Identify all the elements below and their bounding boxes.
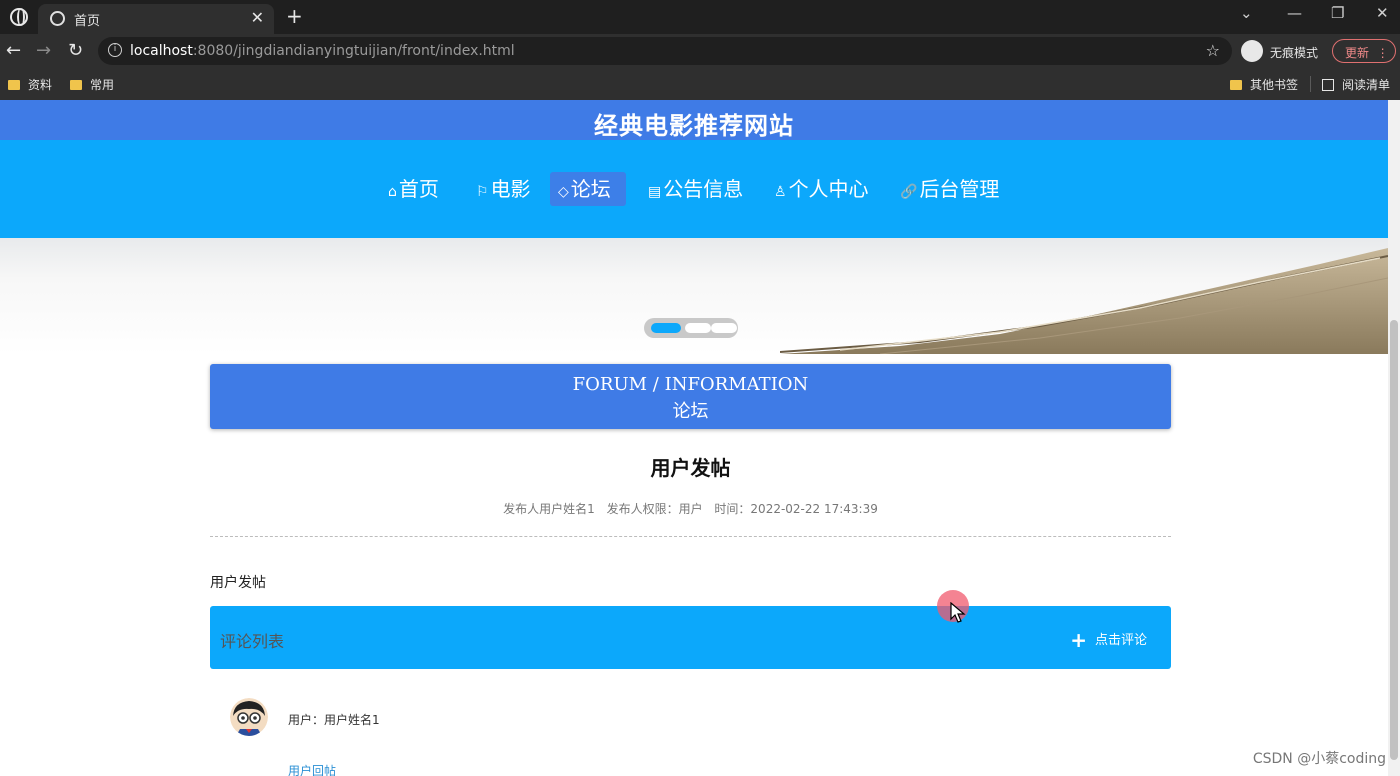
carousel-dot-1[interactable] (651, 323, 681, 333)
chrome-menu-icon[interactable] (10, 8, 28, 26)
add-comment-button[interactable]: + 点击评论 (1070, 628, 1147, 652)
browser-tab[interactable]: 首页 ✕ (38, 4, 274, 34)
reading-list-icon (1322, 79, 1334, 91)
page-viewport: 经典电影推荐网站 ⌂ 首页 ⚐ 电影 ◇ 论坛 ▤ 公告信息 ♙ 个人中心 🔗 后台管理 (0, 100, 1400, 776)
incognito-icon[interactable] (1241, 40, 1263, 62)
carousel-indicators (644, 318, 738, 338)
avatar (230, 698, 268, 736)
section-title-en: FORUM / INFORMATION (572, 374, 809, 395)
banner-carousel (0, 238, 1388, 354)
restore-icon[interactable]: ❐ (1331, 4, 1344, 22)
post-divider (210, 536, 1171, 537)
nav-item-admin[interactable]: 🔗 后台管理 (892, 172, 1007, 206)
close-tab-icon[interactable]: ✕ (251, 8, 264, 27)
folder-icon (70, 80, 82, 90)
minimize-icon[interactable]: — (1287, 4, 1302, 22)
flag-icon: ⚐ (476, 184, 489, 200)
site-info-icon[interactable]: i (108, 43, 122, 57)
home-icon: ⌂ (388, 184, 397, 200)
carousel-dot-3[interactable] (711, 323, 737, 333)
scrollbar-thumb[interactable] (1390, 320, 1398, 760)
browser-tab-strip: 首页 ✕ + ⌄ — ❐ ✕ (0, 0, 1400, 34)
comment-user: 用户：用户姓名1 (288, 713, 380, 727)
post-title: 用户发帖 (650, 456, 731, 480)
bookmarks-bar: 资料 常用 其他书签 阅读清单 (0, 68, 1400, 100)
address-bar[interactable]: i localhost:8080/jingdiandianyingtuijian… (98, 37, 1232, 65)
nav-item-movies[interactable]: ⚐ 电影 (468, 172, 539, 206)
back-icon[interactable]: ← (6, 40, 21, 61)
mouse-cursor-icon (950, 602, 966, 623)
post-time: 时间：2022-02-22 17:43:39 (714, 502, 878, 516)
globe-icon (50, 11, 65, 26)
user-icon: ♙ (774, 184, 787, 200)
bookmark-folder-changyong[interactable]: 常用 (70, 76, 114, 93)
reading-list[interactable]: 阅读清单 (1322, 76, 1390, 93)
folder-icon (1230, 80, 1242, 90)
folder-icon (8, 80, 20, 90)
carousel-image (780, 248, 1388, 354)
main-nav: ⌂ 首页 ⚐ 电影 ◇ 论坛 ▤ 公告信息 ♙ 个人中心 🔗 后台管理 (0, 140, 1388, 238)
site-header: 经典电影推荐网站 (0, 100, 1388, 140)
carousel-dot-2[interactable] (685, 323, 711, 333)
tab-title: 首页 (74, 14, 101, 29)
tag-icon: ◇ (558, 184, 569, 200)
nav-item-profile[interactable]: ♙ 个人中心 (766, 172, 877, 206)
plus-icon: + (1070, 628, 1087, 652)
post-role: 发布人权限：用户 (606, 502, 703, 516)
other-bookmarks[interactable]: 其他书签 (1230, 76, 1298, 93)
update-button[interactable]: 更新 ⋮ (1332, 39, 1396, 63)
window-close-icon[interactable]: ✕ (1376, 4, 1389, 22)
url-text[interactable]: localhost:8080/jingdiandianyingtuijian/f… (130, 43, 515, 59)
browser-toolbar: ← → ↻ i localhost:8080/jingdiandianyingt… (0, 34, 1400, 68)
comment-list-title: 评论列表 (220, 632, 285, 651)
comment-text: 用户回帖 (288, 764, 337, 776)
watermark: CSDN @小蔡coding (1252, 751, 1386, 767)
nav-item-home[interactable]: ⌂ 首页 (380, 172, 447, 206)
post-content: 用户发帖 (210, 575, 266, 591)
incognito-label: 无痕模式 (1270, 46, 1319, 60)
section-banner: FORUM / INFORMATION 论坛 (210, 364, 1171, 429)
forward-icon[interactable]: → (36, 40, 51, 61)
reload-icon[interactable]: ↻ (68, 40, 83, 61)
tab-search-icon[interactable]: ⌄ (1240, 4, 1253, 22)
nav-item-forum[interactable]: ◇ 论坛 (550, 172, 626, 206)
site-title: 经典电影推荐网站 (594, 112, 794, 140)
section-title-cn: 论坛 (672, 401, 709, 422)
link-icon: 🔗 (900, 184, 918, 200)
bookmark-star-icon[interactable]: ☆ (1206, 41, 1220, 60)
new-tab-icon[interactable]: + (286, 4, 303, 28)
nav-item-notices[interactable]: ▤ 公告信息 (640, 172, 751, 206)
bookmark-folder-ziliao[interactable]: 资料 (8, 76, 52, 93)
comment-list-header: 评论列表 + 点击评论 (210, 606, 1171, 669)
bookmarks-divider (1310, 76, 1311, 92)
page-scrollbar[interactable] (1388, 100, 1400, 776)
notice-icon: ▤ (648, 184, 662, 200)
post-meta: 发布人用户姓名1 发布人权限：用户 时间：2022-02-22 17:43:39 (210, 500, 1171, 517)
post-author: 发布人用户姓名1 (503, 502, 595, 516)
